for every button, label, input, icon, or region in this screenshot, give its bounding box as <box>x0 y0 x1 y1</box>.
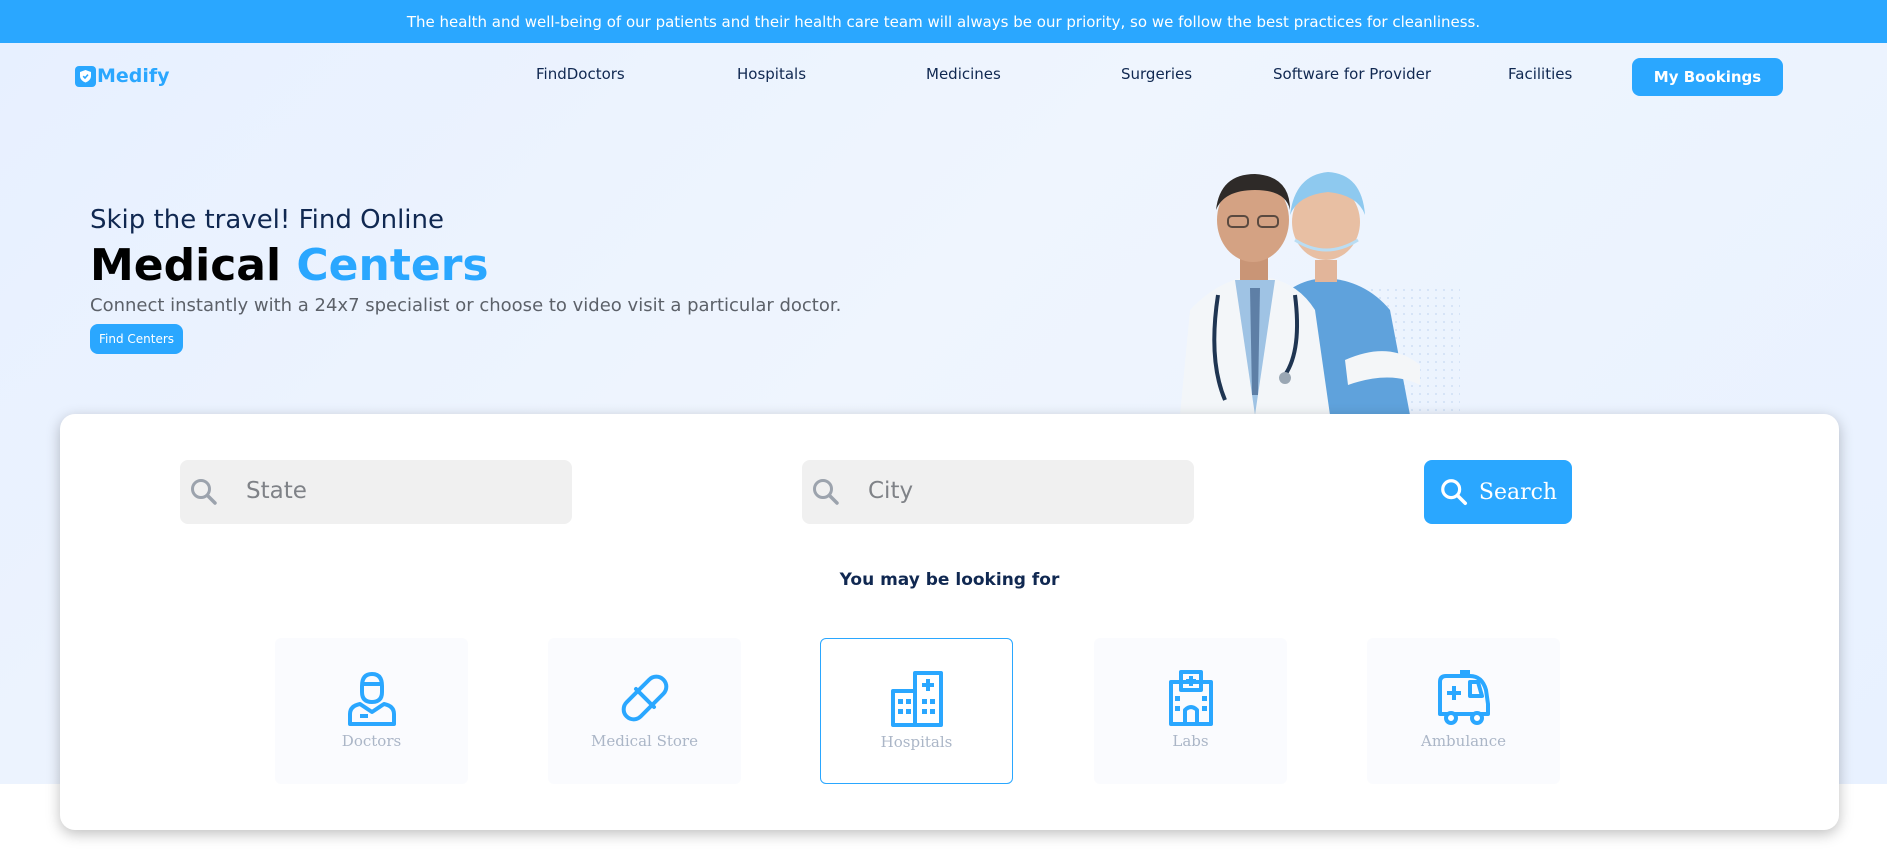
brand-logo[interactable]: Medify <box>75 65 170 87</box>
hospital-icon <box>890 671 943 727</box>
nav-medicines[interactable]: Medicines <box>926 65 1001 83</box>
pill-icon <box>621 674 668 722</box>
search-button-label: Search <box>1478 479 1558 505</box>
state-field[interactable]: State <box>180 460 572 524</box>
category-label: Ambulance <box>1421 732 1506 750</box>
category-labs[interactable]: Labs <box>1094 638 1287 784</box>
brand-name: Medify <box>97 65 170 87</box>
nav-surgeries[interactable]: Surgeries <box>1121 65 1192 83</box>
hero-description: Connect instantly with a 24x7 specialist… <box>90 295 842 316</box>
search-icon <box>813 479 839 505</box>
hero-title: Medical Centers <box>90 240 489 291</box>
category-doctors[interactable]: Doctors <box>275 638 468 784</box>
doctor-and-nurse-image <box>1180 172 1460 415</box>
announcement-bar: The health and well-being of our patient… <box>0 0 1887 43</box>
shield-logo-icon <box>75 65 96 87</box>
nav-find-doctors[interactable]: FindDoctors <box>536 65 625 83</box>
lab-icon <box>1168 670 1213 726</box>
navbar: Medify FindDoctors Hospitals Medicines S… <box>0 43 1887 111</box>
find-centers-button[interactable]: Find Centers <box>90 324 183 354</box>
category-label: Medical Store <box>591 732 698 750</box>
category-label: Doctors <box>341 732 402 750</box>
search-icon <box>191 479 217 505</box>
nav-hospitals[interactable]: Hospitals <box>737 65 806 83</box>
my-bookings-button[interactable]: My Bookings <box>1632 58 1783 96</box>
search-icon <box>1441 479 1467 506</box>
category-hospitals[interactable]: Hospitals <box>820 638 1013 784</box>
category-ambulance[interactable]: Ambulance <box>1367 638 1560 784</box>
nav-software-for-provider[interactable]: Software for Provider <box>1273 65 1431 83</box>
state-placeholder: State <box>246 478 307 504</box>
category-label: Labs <box>1172 732 1209 750</box>
hero-title-accent: Centers <box>296 240 489 291</box>
city-field[interactable]: City <box>802 460 1194 524</box>
search-panel: State City Search You may be looking for… <box>60 414 1839 830</box>
category-label: Hospitals <box>880 733 953 751</box>
hero-title-main: Medical <box>90 240 282 291</box>
announcement-text: The health and well-being of our patient… <box>406 12 1481 31</box>
city-placeholder: City <box>868 478 914 504</box>
category-medical-store[interactable]: Medical Store <box>548 638 741 784</box>
nav-facilities[interactable]: Facilities <box>1508 65 1572 83</box>
doctor-icon <box>347 672 396 726</box>
categories-heading: You may be looking for <box>839 570 1060 590</box>
search-button[interactable]: Search <box>1424 460 1572 524</box>
hero-subtitle: Skip the travel! Find Online <box>90 205 444 235</box>
ambulance-icon <box>1437 670 1490 725</box>
